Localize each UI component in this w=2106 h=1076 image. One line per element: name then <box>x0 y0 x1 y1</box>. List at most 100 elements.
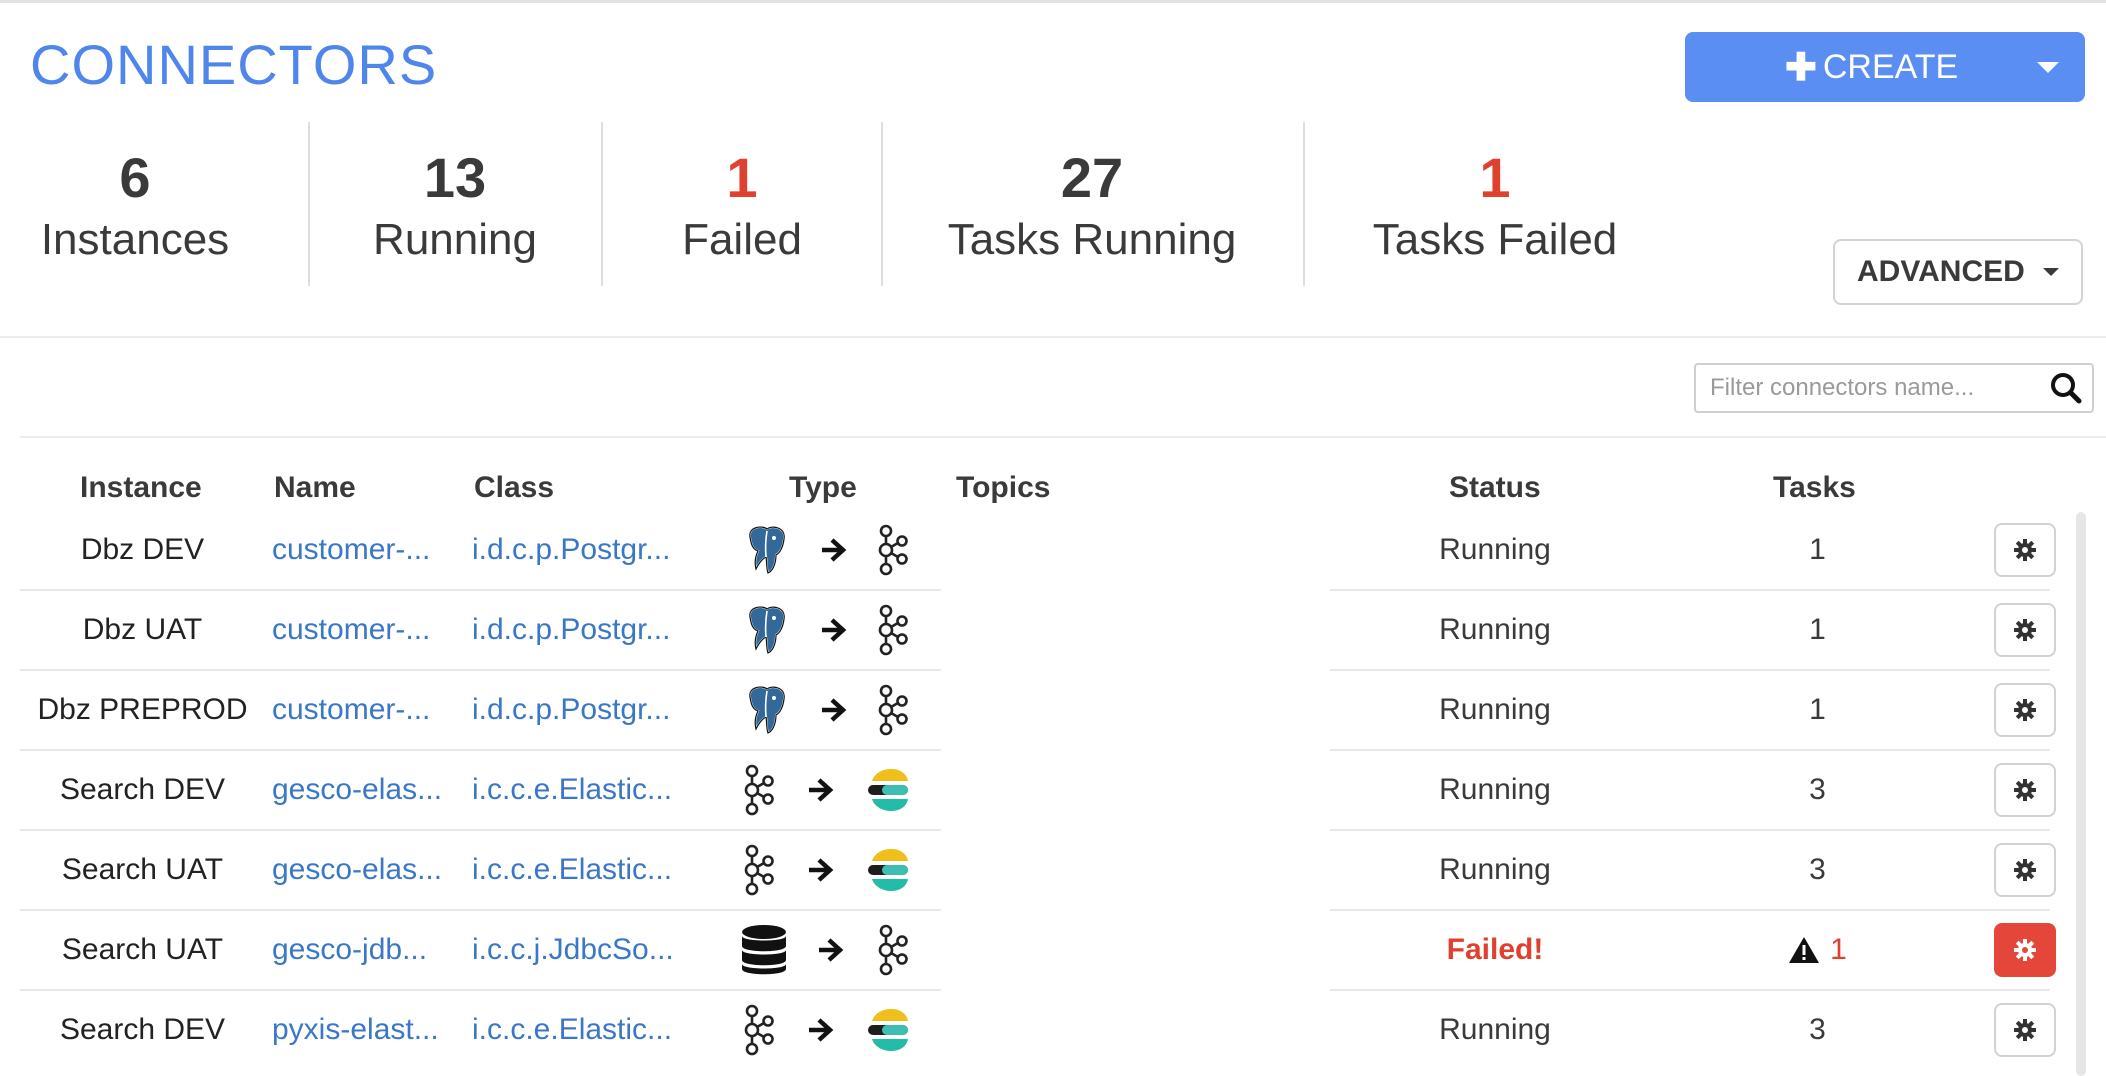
stat-value: 27 <box>1060 146 1124 209</box>
stat-divider <box>601 122 603 286</box>
connector-class-link[interactable]: i.c.c.e.Elastic... <box>472 990 712 1070</box>
cell-action <box>1993 830 2057 910</box>
arrow-right-icon <box>807 776 835 804</box>
connector-class-link[interactable]: i.c.c.e.Elastic... <box>472 830 712 910</box>
table-row: Search DEV gesco-elas... i.c.c.e.Elastic..… <box>0 750 2106 830</box>
connector-class-link[interactable]: i.d.c.p.Postgr... <box>472 670 712 750</box>
stat-divider <box>308 122 310 286</box>
stat-label: Tasks Failed <box>1372 215 1618 264</box>
cell-tasks: 1 <box>1700 910 1935 990</box>
create-button[interactable]: ✚ CREATE <box>1685 32 2085 102</box>
column-header-type[interactable]: Type <box>789 468 857 508</box>
kafka-icon <box>874 603 910 657</box>
connector-settings-button[interactable] <box>1994 763 2056 817</box>
arrow-right-icon <box>820 616 848 644</box>
cell-tasks: 1 <box>1700 590 1935 670</box>
connector-settings-button[interactable] <box>1994 923 2056 977</box>
connector-name-link[interactable]: customer-... <box>272 510 457 590</box>
chevron-down-icon <box>2043 268 2059 276</box>
status-text: Running <box>1439 1013 1551 1046</box>
status-text: Running <box>1439 693 1551 726</box>
table-row: Dbz UAT customer-... i.d.c.p.Postgr... Runn… <box>0 590 2106 670</box>
gear-icon <box>2013 778 2037 802</box>
search-input[interactable] <box>1696 367 2046 409</box>
gear-icon <box>2013 1018 2037 1042</box>
connector-name-link[interactable]: customer-... <box>272 590 457 670</box>
elasticsearch-icon <box>866 1006 910 1054</box>
connector-name-link[interactable]: pyxis-elast... <box>272 990 457 1070</box>
cell-type <box>740 990 910 1070</box>
column-header-status[interactable]: Status <box>1449 468 1541 508</box>
status-text: Running <box>1439 533 1551 566</box>
stat-tasks-running: 27 Tasks Running <box>882 122 1302 286</box>
tasks-count: 3 <box>1809 853 1826 886</box>
cell-type <box>740 910 910 990</box>
cell-type <box>740 510 910 590</box>
table-row: Dbz PREPROD customer-... i.d.c.p.Postgr...… <box>0 670 2106 750</box>
column-header-class[interactable]: Class <box>474 468 554 508</box>
cell-type <box>740 830 910 910</box>
gear-icon <box>2013 938 2037 962</box>
arrow-right-icon <box>817 936 845 964</box>
column-header-tasks[interactable]: Tasks <box>1773 468 1856 508</box>
arrow-right-icon <box>820 696 848 724</box>
kafka-icon <box>874 683 910 737</box>
kafka-icon <box>740 843 776 897</box>
cell-tasks: 3 <box>1700 990 1935 1070</box>
cell-type <box>740 670 910 750</box>
connector-class-link[interactable]: i.c.c.j.JdbcSo... <box>472 910 712 990</box>
cell-tasks: 1 <box>1700 670 1935 750</box>
connector-settings-button[interactable] <box>1994 843 2056 897</box>
status-text: Running <box>1439 613 1551 646</box>
stat-divider <box>881 122 883 286</box>
cell-action <box>1993 910 2057 990</box>
connector-settings-button[interactable] <box>1994 523 2056 577</box>
column-header-name[interactable]: Name <box>274 468 356 508</box>
advanced-button-label: ADVANCED <box>1857 255 2025 288</box>
stat-label: Tasks Running <box>947 215 1237 264</box>
tasks-count: 1 <box>1809 613 1826 646</box>
stat-label: Failed <box>682 215 802 264</box>
connector-class-link[interactable]: i.d.c.p.Postgr... <box>472 510 712 590</box>
chevron-down-icon[interactable] <box>2037 61 2059 73</box>
table-row: Search UAT gesco-jdb... i.c.c.j.JdbcSo... F… <box>0 910 2106 990</box>
postgresql-icon <box>740 683 794 737</box>
cell-instance: Dbz DEV <box>80 533 205 566</box>
tasks-count: 1 <box>1809 533 1826 566</box>
cell-action <box>1993 510 2057 590</box>
connector-settings-button[interactable] <box>1994 603 2056 657</box>
stat-value: 1 <box>1479 146 1511 209</box>
cell-instance: Search UAT <box>61 853 224 886</box>
connector-settings-button[interactable] <box>1994 1003 2056 1057</box>
connector-name-link[interactable]: gesco-jdb... <box>272 910 457 990</box>
advanced-button[interactable]: ADVANCED <box>1833 239 2083 305</box>
scrollbar[interactable] <box>2076 512 2086 1076</box>
connector-settings-button[interactable] <box>1994 683 2056 737</box>
page-title: CONNECTORS <box>30 33 438 96</box>
gear-icon <box>2013 618 2037 642</box>
postgresql-icon <box>740 523 794 577</box>
column-header-instance[interactable]: Instance <box>80 468 202 508</box>
stat-value: 1 <box>726 146 758 209</box>
stat-running: 13 Running <box>310 122 600 286</box>
cell-tasks: 3 <box>1700 830 1935 910</box>
connector-class-link[interactable]: i.d.c.p.Postgr... <box>472 590 712 670</box>
tasks-count: 1 <box>1809 693 1826 726</box>
tasks-count: 1 <box>1830 933 1847 966</box>
cell-instance: Search UAT <box>61 933 224 966</box>
connector-name-link[interactable]: gesco-elas... <box>272 750 457 830</box>
arrow-right-icon <box>807 856 835 884</box>
stat-value: 13 <box>423 146 487 209</box>
cell-tasks: 3 <box>1700 750 1935 830</box>
stat-tasks-failed: 1 Tasks Failed <box>1305 122 1685 286</box>
stat-failed: 1 Failed <box>602 122 882 286</box>
elasticsearch-icon <box>866 846 910 894</box>
connector-class-link[interactable]: i.c.c.e.Elastic... <box>472 750 712 830</box>
database-icon <box>740 923 788 977</box>
connector-name-link[interactable]: gesco-elas... <box>272 830 457 910</box>
create-button-main[interactable]: ✚ CREATE <box>1685 32 2037 102</box>
connector-name-link[interactable]: customer-... <box>272 670 457 750</box>
search-icon[interactable] <box>2046 368 2086 408</box>
divider <box>20 436 2106 438</box>
column-header-topics[interactable]: Topics <box>956 468 1050 508</box>
